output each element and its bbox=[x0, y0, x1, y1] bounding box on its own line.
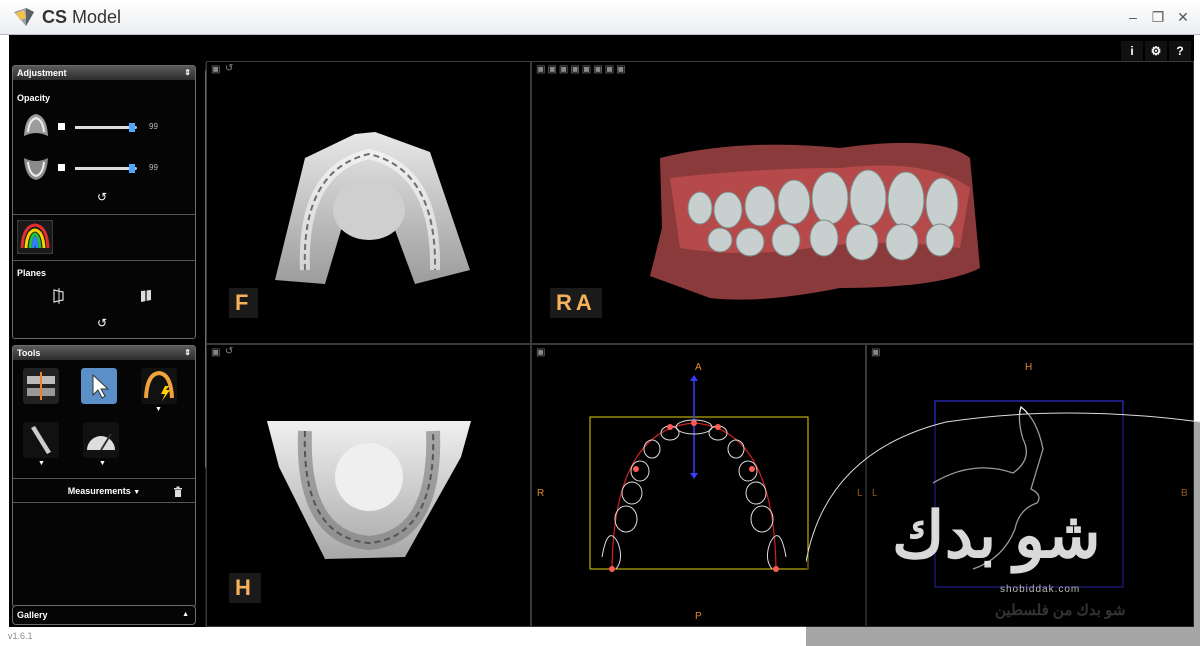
upper-opacity-value: 99 bbox=[149, 122, 158, 131]
axis-label-anterior: A bbox=[695, 362, 702, 373]
arch-curve-diagram bbox=[589, 375, 809, 572]
view-label-horizontal: H bbox=[229, 573, 261, 603]
divider bbox=[13, 478, 195, 479]
divider bbox=[13, 502, 195, 503]
select-pointer-icon[interactable] bbox=[81, 368, 117, 404]
maximize-button[interactable]: ❐ bbox=[1149, 8, 1167, 26]
divider bbox=[13, 260, 195, 261]
lower-visible-checkbox[interactable] bbox=[58, 164, 65, 171]
minimize-button[interactable]: – bbox=[1124, 8, 1142, 26]
help-icon[interactable]: ? bbox=[1169, 41, 1191, 61]
measurements-dropdown[interactable]: Measurements ▼ bbox=[13, 486, 195, 496]
3d-model-view[interactable]: ▣▣▣▣▣▣▣▣ RA bbox=[531, 61, 1194, 344]
settings-icon[interactable]: ⚙ bbox=[1145, 41, 1167, 61]
axis-label-right: R bbox=[537, 488, 545, 499]
lower-opacity-knob[interactable] bbox=[129, 164, 135, 173]
opacity-reset-icon[interactable]: ↺ bbox=[97, 190, 107, 204]
divider bbox=[13, 214, 195, 215]
upper-arch-model-image bbox=[275, 132, 470, 284]
upper-visible-checkbox[interactable] bbox=[58, 123, 65, 130]
view-preset-toolbar[interactable]: ▣▣▣▣▣▣▣▣ bbox=[536, 64, 628, 75]
adjustment-panel: Adjustment ⇕ Opacity 99 99 ↺ Planes ↺ bbox=[12, 65, 196, 339]
section-tool-icon[interactable] bbox=[23, 368, 59, 404]
opacity-label: Opacity bbox=[17, 93, 51, 103]
rotate-view-icon[interactable]: ↺ bbox=[225, 63, 233, 74]
upper-opacity-knob[interactable] bbox=[129, 123, 135, 132]
rotate-view-icon[interactable]: ↺ bbox=[225, 346, 233, 357]
app-logo-icon bbox=[14, 8, 34, 26]
dropdown-caret-icon[interactable]: ▼ bbox=[155, 406, 162, 413]
dropdown-caret-icon[interactable]: ▼ bbox=[99, 460, 106, 467]
save-view-icon[interactable]: ▣ bbox=[536, 347, 545, 358]
arch-measure-tool-icon[interactable] bbox=[141, 368, 177, 404]
tools-header[interactable]: Tools ⇕ bbox=[13, 346, 195, 360]
save-view-icon[interactable]: ▣ bbox=[871, 347, 880, 358]
collapse-icon[interactable]: ⇕ bbox=[184, 66, 191, 80]
lower-arch-model-image bbox=[267, 421, 471, 559]
upper-occlusal-view[interactable]: ▣ ↺ F bbox=[206, 61, 531, 344]
lower-occlusal-view[interactable]: ▣ ↺ H bbox=[206, 344, 531, 627]
lower-jaw-thumbnail-icon bbox=[24, 158, 48, 180]
view-label-front: F bbox=[229, 288, 259, 318]
trash-icon[interactable] bbox=[173, 486, 183, 497]
upper-jaw-thumbnail-icon bbox=[24, 114, 48, 136]
axis-label-posterior: P bbox=[695, 611, 702, 622]
frontal-plane-icon[interactable] bbox=[139, 288, 155, 304]
top-toolbar: i ⚙ ? bbox=[9, 35, 1194, 61]
collapse-icon[interactable]: ⇕ bbox=[184, 346, 191, 360]
watermark-logo-text: شو بدك bbox=[892, 499, 1101, 571]
gallery-panel[interactable]: Gallery ▲ bbox=[12, 605, 196, 625]
close-button[interactable]: ✕ bbox=[1174, 8, 1192, 26]
dropdown-caret-icon[interactable]: ▼ bbox=[38, 460, 45, 467]
info-icon[interactable]: i bbox=[1121, 41, 1143, 61]
save-view-icon[interactable]: ▣ bbox=[211, 64, 220, 75]
gallery-expand-icon[interactable]: ▲ bbox=[182, 606, 189, 624]
save-view-icon[interactable]: ▣ bbox=[211, 347, 220, 358]
axis-label-high: H bbox=[1025, 362, 1033, 373]
sagittal-plane-icon[interactable] bbox=[51, 288, 67, 304]
planes-label: Planes bbox=[17, 268, 47, 278]
ruler-tool-icon[interactable] bbox=[23, 422, 59, 458]
watermark-subtitle: شو بدك من فلسطين bbox=[995, 602, 1126, 619]
lower-opacity-slider[interactable] bbox=[75, 164, 137, 173]
angle-protractor-icon[interactable] bbox=[83, 422, 119, 458]
version-label: v1.6.1 bbox=[8, 631, 33, 641]
color-map-icon[interactable] bbox=[17, 220, 53, 254]
planes-reset-icon[interactable]: ↺ bbox=[97, 316, 107, 330]
adjustment-header[interactable]: Adjustment ⇕ bbox=[13, 66, 195, 80]
upper-opacity-slider[interactable] bbox=[75, 123, 137, 132]
lower-opacity-value: 99 bbox=[149, 163, 158, 172]
watermark-latin: shobiddak.com bbox=[1000, 584, 1081, 595]
3d-teeth-scan-image bbox=[650, 142, 980, 300]
left-sidebar: Adjustment ⇕ Opacity 99 99 ↺ Planes ↺ To… bbox=[12, 63, 204, 627]
view-label-right-anterior: RA bbox=[550, 288, 602, 318]
app-title: CS Model bbox=[42, 7, 122, 27]
title-bar: CS Model – ❐ ✕ bbox=[0, 0, 1200, 35]
tools-panel: Tools ⇕ ▼ ▼ ▼ Measurements ▼ bbox=[12, 345, 196, 607]
